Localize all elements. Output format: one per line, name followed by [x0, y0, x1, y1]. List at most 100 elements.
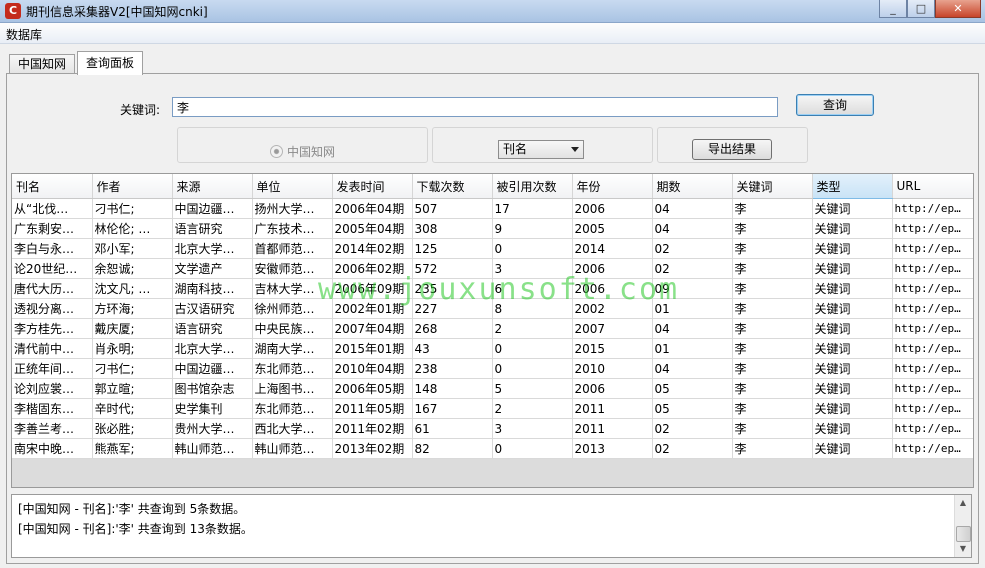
table-cell: 李 — [732, 418, 813, 439]
column-header[interactable]: 下载次数 — [412, 174, 493, 199]
query-button[interactable]: 查询 — [796, 94, 874, 116]
table-cell: 01 — [652, 298, 733, 319]
table-cell: 04 — [652, 198, 733, 219]
column-header[interactable]: 来源 — [172, 174, 253, 199]
column-header[interactable]: 年份 — [572, 174, 653, 199]
table-cell: 李 — [732, 438, 813, 459]
table-cell: 吉林大学… — [252, 278, 333, 299]
table-cell: 关键词 — [811, 238, 893, 259]
table-cell: 关键词 — [811, 278, 893, 299]
table-cell: 中国边疆… — [172, 358, 253, 379]
source-radio[interactable]: 中国知网 — [270, 143, 335, 160]
table-cell: 2007年04期 — [332, 318, 413, 339]
table-cell: 268 — [412, 318, 493, 339]
table-cell: 湖南科技… — [172, 278, 253, 299]
table-cell: http://ep… — [892, 418, 973, 439]
maximize-button[interactable]: □ — [907, 0, 935, 18]
column-header[interactable]: 刊名 — [12, 174, 93, 199]
menu-database[interactable]: 数据库 — [6, 26, 42, 43]
table-cell: 西北大学… — [252, 418, 333, 439]
table-cell: 2013 — [572, 438, 653, 459]
close-button[interactable]: ✕ — [935, 0, 981, 18]
table-cell: 04 — [652, 218, 733, 239]
table-row[interactable]: 广东剩安… 林伦伦; … 语言研究 广东技术… 2005年04期 308 9 2005 04 李关… — [12, 218, 973, 239]
table-body: 从“北伐… 刁书仁; 中国边疆… 扬州大学… 2006年04期 507 17 2006 04 李关… — [12, 198, 973, 459]
table-cell: 李 — [732, 318, 813, 339]
table-cell: 透视分离… — [12, 298, 93, 319]
table-cell: 关键词 — [811, 218, 893, 239]
column-header[interactable]: 被引用次数 — [492, 174, 573, 199]
table-cell: 扬州大学… — [252, 198, 333, 219]
table-row[interactable]: 李白与永… 邓小军; 北京大学… 首都师范… 2014年02期 125 0 2014 02 李关键… — [12, 238, 973, 259]
export-button[interactable]: 导出结果 — [692, 139, 772, 160]
table-cell: 2006年09期 — [332, 278, 413, 299]
table-row[interactable]: 唐代大历… 沈文凡; … 湖南科技… 吉林大学… 2006年09期 235 6 2006 09 李… — [12, 278, 973, 299]
table-cell: 6 — [492, 278, 573, 299]
table-row[interactable]: 论20世纪… 余恕诚; 文学遗产 安徽师范… 2006年02期 572 3 2006 02 李关键… — [12, 258, 973, 279]
table-cell: 戴庆厦; — [92, 318, 173, 339]
table-row[interactable]: 李楷固东… 辛时代; 史学集刊 东北师范… 2011年05期 167 2 2011 05 李关键词… — [12, 398, 973, 419]
column-header[interactable]: 关键词 — [732, 174, 813, 199]
title-bar: C 期刊信息采集器V2[中国知网cnki] _ □ ✕ — [0, 0, 985, 23]
table-cell: 刁书仁; — [92, 198, 173, 219]
column-header[interactable]: 发表时间 — [332, 174, 413, 199]
table-row[interactable]: 李方桂先… 戴庆厦; 语言研究 中央民族… 2007年04期 268 2 2007 04 李关键词… — [12, 318, 973, 339]
table-cell: 2010 — [572, 358, 653, 379]
table-cell: 43 — [412, 338, 493, 359]
table-cell: 北京大学… — [172, 238, 253, 259]
table-cell: 8 — [492, 298, 573, 319]
table-cell: 82 — [412, 438, 493, 459]
table-cell: 227 — [412, 298, 493, 319]
minimize-button[interactable]: _ — [879, 0, 907, 18]
table-row[interactable]: 透视分离… 方环海; 古汉语研究 徐州师范… 2002年01期 227 8 2002 01 李关键… — [12, 298, 973, 319]
table-row[interactable]: 从“北伐… 刁书仁; 中国边疆… 扬州大学… 2006年04期 507 17 2006 04 李关… — [12, 198, 973, 219]
table-cell: 5 — [492, 378, 573, 399]
tab-cnki[interactable]: 中国知网 — [9, 54, 76, 74]
table-cell: 肖永明; — [92, 338, 173, 359]
scroll-up-icon[interactable]: ▲ — [955, 495, 971, 511]
table-row[interactable]: 清代前中… 肖永明; 北京大学… 湖南大学… 2015年01期 43 0 2015 01 李关键词… — [12, 338, 973, 359]
table-cell: 01 — [652, 338, 733, 359]
scroll-down-icon[interactable]: ▼ — [955, 541, 971, 557]
table-row[interactable]: 论刘应裳… 郭立暄; 图书馆杂志 上海图书… 2006年05期 148 5 2006 05 李关键… — [12, 378, 973, 399]
scroll-thumb[interactable] — [956, 526, 971, 542]
table-cell: 语言研究 — [172, 318, 253, 339]
log-output[interactable]: [中国知网 - 刊名]:'李' 共查询到 5条数据。 [中国知网 - 刊名]:'… — [11, 494, 972, 558]
table-cell: 09 — [652, 278, 733, 299]
log-scrollbar[interactable]: ▲ ▼ — [954, 495, 971, 557]
log-line: [中国知网 - 刊名]:'李' 共查询到 5条数据。 — [18, 502, 246, 516]
table-cell: 东北师范… — [252, 398, 333, 419]
table-cell: 308 — [412, 218, 493, 239]
column-header[interactable]: 期数 — [652, 174, 733, 199]
table-cell: 167 — [412, 398, 493, 419]
column-header[interactable]: URL — [892, 174, 973, 199]
table-cell: 04 — [652, 318, 733, 339]
table-cell: 2006 — [572, 378, 653, 399]
menu-bar: 数据库 — [0, 23, 985, 44]
column-header[interactable]: 作者 — [92, 174, 173, 199]
table-cell: 安徽师范… — [252, 258, 333, 279]
field-select[interactable]: 刊名 — [498, 140, 584, 159]
table-cell: 2014 — [572, 238, 653, 259]
table-row[interactable]: 南宋中晚… 熊燕军; 韩山师范… 韩山师范… 2013年02期 82 0 2013 02 李关键词… — [12, 438, 973, 459]
table-cell: 李 — [732, 358, 813, 379]
table-cell: http://ep… — [892, 238, 973, 259]
table-cell: 上海图书… — [252, 378, 333, 399]
table-cell: 李善兰考… — [12, 418, 93, 439]
table-cell: 论刘应裳… — [12, 378, 93, 399]
column-header[interactable]: 单位 — [252, 174, 333, 199]
tab-query-panel[interactable]: 查询面板 — [77, 51, 144, 75]
table-cell: 郭立暄; — [92, 378, 173, 399]
table-cell: 李 — [732, 398, 813, 419]
results-grid[interactable]: 刊名 作者 来源 单位 发表时间 下载次数 被引用次数 年份 期数 关键词 类型… — [11, 173, 974, 461]
table-cell: 125 — [412, 238, 493, 259]
column-header-selected[interactable]: 类型 — [812, 174, 893, 199]
keyword-input[interactable] — [172, 97, 778, 117]
radio-icon — [270, 145, 283, 158]
table-row[interactable]: 李善兰考… 张必胜; 贵州大学… 西北大学… 2011年02期 61 3 2011 02 李关键词… — [12, 418, 973, 439]
table-cell: http://ep… — [892, 338, 973, 359]
table-cell: 2011年05期 — [332, 398, 413, 419]
table-row[interactable]: 正统年间… 刁书仁; 中国边疆… 东北师范… 2010年04期 238 0 2010 04 李关键… — [12, 358, 973, 379]
table-cell: 235 — [412, 278, 493, 299]
table-cell: 关键词 — [811, 338, 893, 359]
